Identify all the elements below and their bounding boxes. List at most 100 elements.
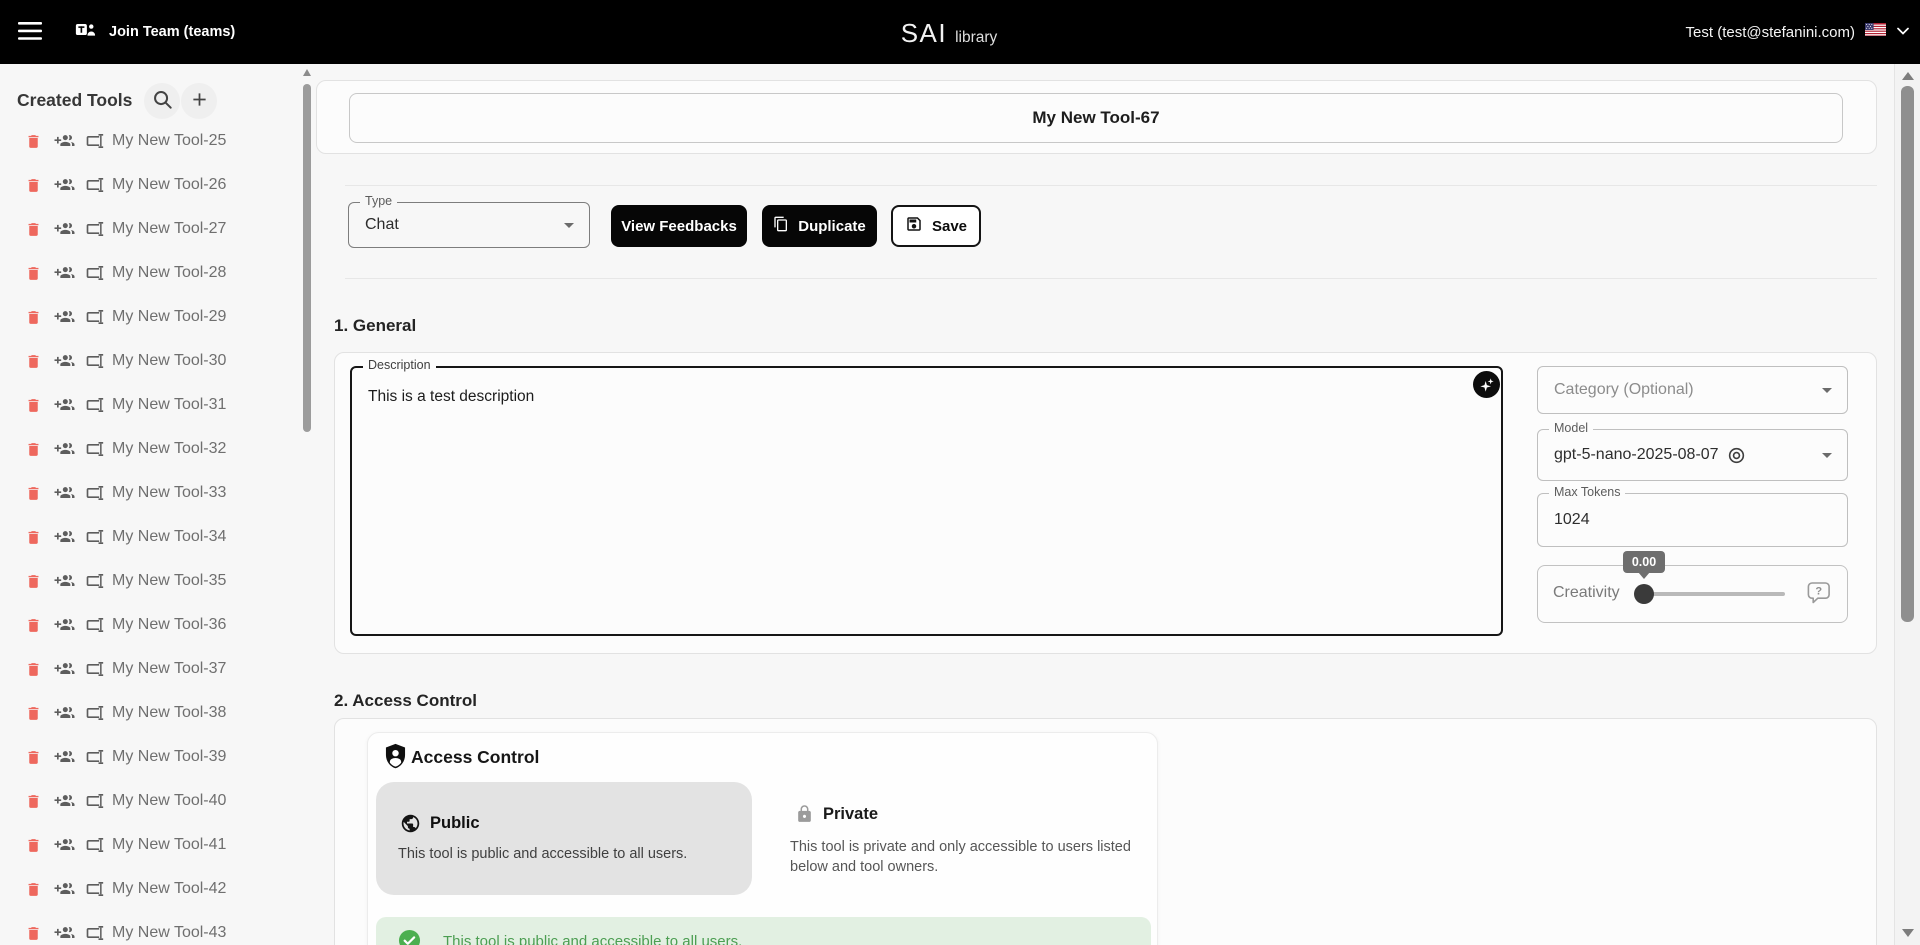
rename-icon[interactable] xyxy=(85,835,105,855)
trash-icon[interactable] xyxy=(25,572,42,591)
tool-item-label[interactable]: My New Tool-27 xyxy=(112,220,226,238)
tool-item-label[interactable]: My New Tool-38 xyxy=(112,704,226,722)
tool-list-item[interactable]: My New Tool-35 xyxy=(0,559,312,603)
group-add-icon[interactable] xyxy=(51,395,78,415)
group-add-icon[interactable] xyxy=(51,131,78,151)
trash-icon[interactable] xyxy=(25,396,42,415)
group-add-icon[interactable] xyxy=(51,351,78,371)
tool-list-item[interactable]: My New Tool-43 xyxy=(0,911,312,945)
trash-icon[interactable] xyxy=(25,704,42,723)
tool-list-item[interactable]: My New Tool-38 xyxy=(0,691,312,735)
trash-icon[interactable] xyxy=(25,264,42,283)
tool-item-label[interactable]: My New Tool-31 xyxy=(112,396,226,414)
tool-list-item[interactable]: My New Tool-37 xyxy=(0,647,312,691)
creativity-slider-thumb[interactable] xyxy=(1634,584,1654,604)
scroll-down-arrow[interactable] xyxy=(1902,929,1914,937)
trash-icon[interactable] xyxy=(25,792,42,811)
tool-list-item[interactable]: My New Tool-39 xyxy=(0,735,312,779)
max-tokens-input[interactable]: 1024 xyxy=(1554,511,1590,529)
rename-icon[interactable] xyxy=(85,703,105,723)
group-add-icon[interactable] xyxy=(51,791,78,811)
private-option-desc[interactable]: This tool is private and only accessible… xyxy=(790,837,1135,877)
hamburger-menu-button[interactable] xyxy=(18,22,42,43)
group-add-icon[interactable] xyxy=(51,263,78,283)
group-add-icon[interactable] xyxy=(51,527,78,547)
tool-item-label[interactable]: My New Tool-34 xyxy=(112,528,226,546)
tool-list-item[interactable]: My New Tool-30 xyxy=(0,339,312,383)
rename-icon[interactable] xyxy=(85,527,105,547)
group-add-icon[interactable] xyxy=(51,175,78,195)
tool-item-label[interactable]: My New Tool-26 xyxy=(112,176,226,194)
trash-icon[interactable] xyxy=(25,220,42,239)
tool-item-label[interactable]: My New Tool-39 xyxy=(112,748,226,766)
group-add-icon[interactable] xyxy=(51,483,78,503)
sidebar-scrollbar-thumb[interactable] xyxy=(303,84,311,432)
tool-list-item[interactable]: My New Tool-32 xyxy=(0,427,312,471)
add-tool-button[interactable] xyxy=(181,83,217,119)
search-tools-button[interactable] xyxy=(144,83,180,119)
tool-item-label[interactable]: My New Tool-30 xyxy=(112,352,226,370)
page-scrollbar[interactable] xyxy=(1894,64,1920,945)
sidebar-scroll-up-arrow[interactable] xyxy=(303,69,311,76)
tool-list-item[interactable]: My New Tool-31 xyxy=(0,383,312,427)
rename-icon[interactable] xyxy=(85,923,105,943)
trash-icon[interactable] xyxy=(25,176,42,195)
scroll-up-arrow[interactable] xyxy=(1902,72,1914,80)
rename-icon[interactable] xyxy=(85,791,105,811)
private-option-title[interactable]: Private xyxy=(823,805,878,824)
trash-icon[interactable] xyxy=(25,880,42,899)
trash-icon[interactable] xyxy=(25,352,42,371)
group-add-icon[interactable] xyxy=(51,659,78,679)
group-add-icon[interactable] xyxy=(51,219,78,239)
model-select[interactable]: Model gpt-5-nano-2025-08-07 xyxy=(1537,429,1848,481)
rename-icon[interactable] xyxy=(85,439,105,459)
rename-icon[interactable] xyxy=(85,659,105,679)
group-add-icon[interactable] xyxy=(51,835,78,855)
tool-item-label[interactable]: My New Tool-40 xyxy=(112,792,226,810)
tool-list-item[interactable]: My New Tool-33 xyxy=(0,471,312,515)
rename-icon[interactable] xyxy=(85,483,105,503)
caret-down-icon[interactable] xyxy=(557,213,581,237)
group-add-icon[interactable] xyxy=(51,703,78,723)
rename-icon[interactable] xyxy=(85,175,105,195)
trash-icon[interactable] xyxy=(25,660,42,679)
tool-item-label[interactable]: My New Tool-35 xyxy=(112,572,226,590)
tool-item-label[interactable]: My New Tool-41 xyxy=(112,836,226,854)
trash-icon[interactable] xyxy=(25,484,42,503)
group-add-icon[interactable] xyxy=(51,615,78,635)
tool-item-label[interactable]: My New Tool-29 xyxy=(112,308,226,326)
group-add-icon[interactable] xyxy=(51,439,78,459)
rename-icon[interactable] xyxy=(85,131,105,151)
tool-item-label[interactable]: My New Tool-43 xyxy=(112,924,226,942)
trash-icon[interactable] xyxy=(25,616,42,635)
view-feedbacks-button[interactable]: View Feedbacks xyxy=(611,205,747,247)
rename-icon[interactable] xyxy=(85,307,105,327)
rename-icon[interactable] xyxy=(85,395,105,415)
tool-item-label[interactable]: My New Tool-28 xyxy=(112,264,226,282)
tool-item-label[interactable]: My New Tool-36 xyxy=(112,616,226,634)
rename-icon[interactable] xyxy=(85,263,105,283)
group-add-icon[interactable] xyxy=(51,879,78,899)
trash-icon[interactable] xyxy=(25,528,42,547)
duplicate-button[interactable]: Duplicate xyxy=(762,205,877,247)
tool-item-label[interactable]: My New Tool-37 xyxy=(112,660,226,678)
tool-list-item[interactable]: My New Tool-26 xyxy=(0,163,312,207)
tool-item-label[interactable]: My New Tool-42 xyxy=(112,880,226,898)
user-menu[interactable]: Test (test@stefanini.com) xyxy=(1686,0,1910,64)
rename-icon[interactable] xyxy=(85,351,105,371)
caret-down-icon[interactable] xyxy=(1815,443,1839,467)
tool-list-item[interactable]: My New Tool-36 xyxy=(0,603,312,647)
rename-icon[interactable] xyxy=(85,571,105,591)
ai-generate-button[interactable] xyxy=(1473,371,1500,398)
group-add-icon[interactable] xyxy=(51,747,78,767)
description-input[interactable]: This is a test description xyxy=(352,368,1501,634)
trash-icon[interactable] xyxy=(25,308,42,327)
tool-list-item[interactable]: My New Tool-28 xyxy=(0,251,312,295)
rename-icon[interactable] xyxy=(85,615,105,635)
public-option-title[interactable]: Public xyxy=(430,814,480,833)
tool-item-label[interactable]: My New Tool-33 xyxy=(112,484,226,502)
access-option-public[interactable] xyxy=(376,782,752,895)
trash-icon[interactable] xyxy=(25,132,42,151)
rename-icon[interactable] xyxy=(85,747,105,767)
rename-icon[interactable] xyxy=(85,879,105,899)
